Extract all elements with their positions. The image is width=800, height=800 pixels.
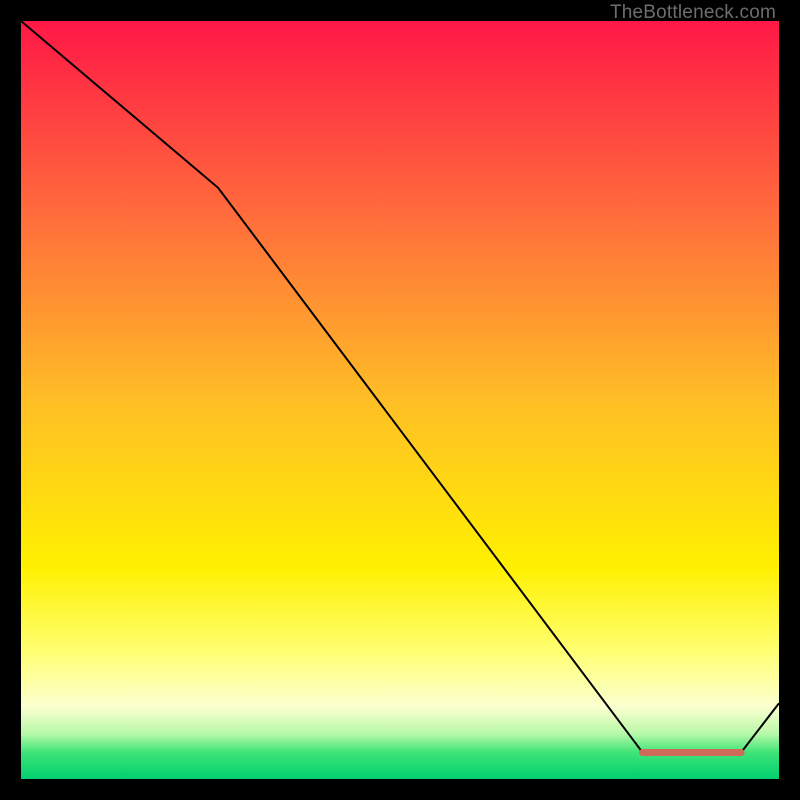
line-layer bbox=[21, 21, 779, 779]
chart-stage: TheBottleneck.com bbox=[0, 0, 800, 800]
plot-area bbox=[21, 21, 779, 779]
bottleneck-curve bbox=[21, 21, 779, 752]
